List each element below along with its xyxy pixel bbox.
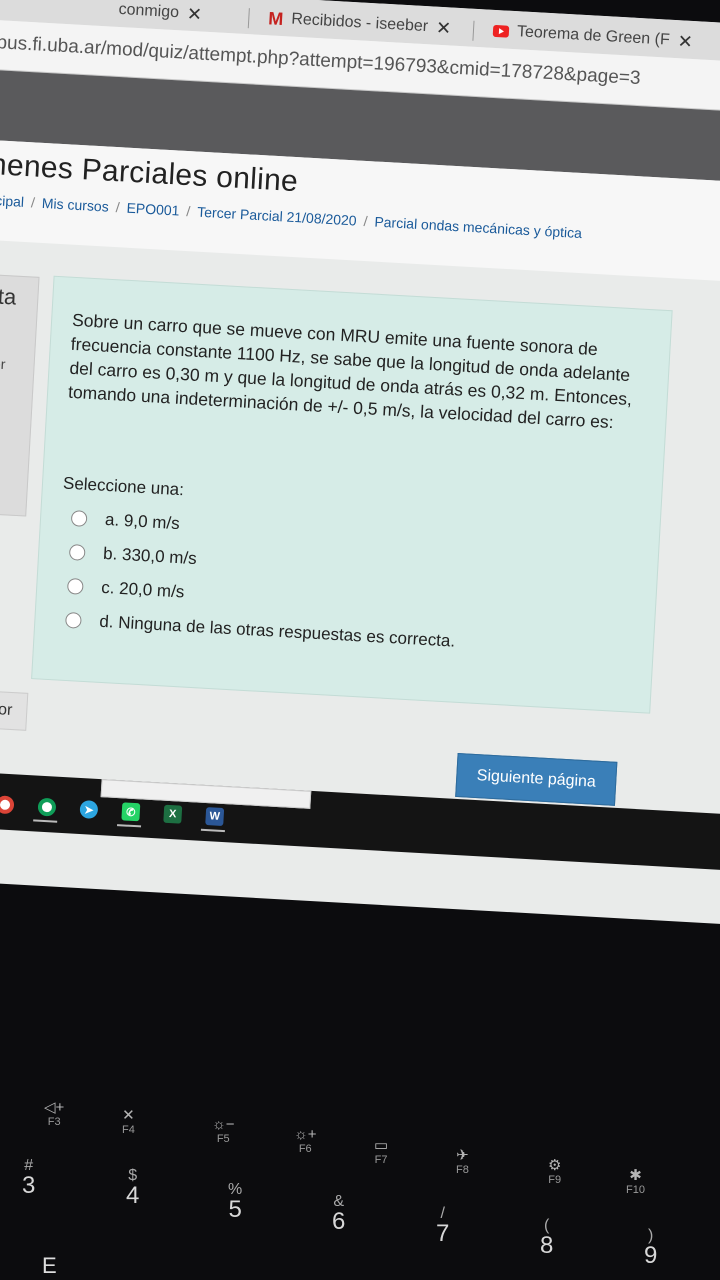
active-indicator <box>33 819 58 823</box>
breadcrumb: rincipal / Mis cursos / EPO001 / Tercer Parcia… <box>0 191 582 241</box>
answer-option-c[interactable]: c. 20,0 m/s <box>66 576 185 603</box>
key-7[interactable]: /7 <box>436 1204 449 1246</box>
youtube-icon <box>492 24 510 38</box>
close-icon[interactable]: ✕ <box>435 17 452 39</box>
f4-key[interactable]: ✕ F4 <box>122 1106 135 1136</box>
answer-prompt: Seleccione una: <box>62 473 185 500</box>
breadcrumb-sep: / <box>363 212 368 230</box>
f5-key[interactable]: ☼− F5 <box>212 1116 235 1145</box>
key-5[interactable]: % 5 <box>228 1180 242 1222</box>
f7-key[interactable]: ▭ F7 <box>374 1136 388 1166</box>
breadcrumb-item[interactable]: EPO001 <box>126 200 180 219</box>
close-icon[interactable]: ✕ <box>186 3 202 25</box>
answer-option-a[interactable]: a. 9,0 m/s <box>70 508 181 534</box>
f10-key[interactable]: ✱ F10 <box>626 1166 645 1196</box>
f3-key[interactable]: ◁+ F3 <box>44 1098 64 1128</box>
key-8[interactable]: (8 <box>540 1216 553 1258</box>
active-indicator <box>117 824 142 828</box>
excel-icon[interactable]: X <box>163 804 183 824</box>
page-title: menes Parciales online <box>0 147 299 199</box>
tab-label: conmigo <box>118 0 180 22</box>
key-6[interactable]: & 6 <box>332 1192 345 1234</box>
question-box: Sobre un carro que se mueve con MRU emit… <box>31 275 673 714</box>
answer-option-label: a. 9,0 m/s <box>104 509 181 534</box>
breadcrumb-sep: / <box>115 199 121 216</box>
radio-button[interactable] <box>70 510 88 527</box>
monitor-screen: conmigo ✕ M Recibidos - iseeber ✕ Teorem… <box>0 0 720 925</box>
breadcrumb-item[interactable]: Tercer Parcial 21/08/2020 <box>197 204 357 229</box>
answer-option-label: b. 330,0 m/s <box>102 543 198 569</box>
answer-option-label: c. 20,0 m/s <box>100 577 185 602</box>
key-e[interactable]: E <box>42 1255 57 1277</box>
tab-separator <box>472 20 475 41</box>
breadcrumb-item[interactable]: rincipal <box>0 191 25 209</box>
whatsapp-icon[interactable]: ✆ <box>121 802 141 822</box>
key-9[interactable]: ) 9 <box>644 1226 657 1268</box>
radio-button[interactable] <box>66 577 84 595</box>
tab-label: Recibidos - iseeber <box>290 10 429 36</box>
tab-separator <box>247 8 250 29</box>
answer-option-d[interactable]: d. Ninguna de las otras respuestas es co… <box>64 610 456 652</box>
radio-button[interactable] <box>68 544 86 561</box>
radio-button[interactable] <box>64 611 82 629</box>
key-3[interactable]: #3 <box>22 1156 35 1198</box>
f6-key[interactable]: ☼+ F6 <box>294 1126 317 1155</box>
tab-conmigo[interactable]: conmigo ✕ <box>108 0 213 30</box>
previous-page-button[interactable]: nterior <box>0 688 29 731</box>
question-info-label: onder <box>0 354 6 373</box>
f8-key[interactable]: ✈ F8 <box>456 1146 469 1176</box>
question-info-box: unta onder omo ar <box>0 271 40 517</box>
word-icon[interactable]: W <box>205 807 225 827</box>
gmail-icon: M <box>267 7 284 29</box>
f9-key[interactable]: ⚙ F9 <box>548 1156 561 1186</box>
chrome-icon[interactable] <box>0 795 15 815</box>
breadcrumb-item[interactable]: Mis cursos <box>41 195 109 215</box>
tab-label: Teorema de Green (F <box>516 23 671 49</box>
chrome-icon[interactable] <box>37 797 57 817</box>
question-info-title: unta <box>0 282 17 310</box>
question-text: Sobre un carro que se mueve con MRU emit… <box>67 309 633 433</box>
answer-option-b[interactable]: b. 330,0 m/s <box>68 542 198 569</box>
laptop-keyboard: ◁+ F3 ✕ F4 ☼− F5 ☼+ F6 ▭ F7 ✈ F8 ⚙ F9 ✱ F10 #3 $… <box>0 960 720 1280</box>
next-page-button[interactable]: Siguiente página <box>455 752 618 806</box>
breadcrumb-sep: / <box>185 203 191 220</box>
active-indicator <box>200 828 225 833</box>
breadcrumb-sep: / <box>30 194 36 211</box>
telegram-icon[interactable]: ➤ <box>79 800 99 819</box>
breadcrumb-item[interactable]: Parcial ondas mecánicas y óptica <box>374 214 582 242</box>
close-icon[interactable]: ✕ <box>677 31 693 53</box>
key-4[interactable]: $4 <box>126 1166 139 1208</box>
answer-option-label: d. Ninguna de las otras respuestas es co… <box>98 611 456 651</box>
